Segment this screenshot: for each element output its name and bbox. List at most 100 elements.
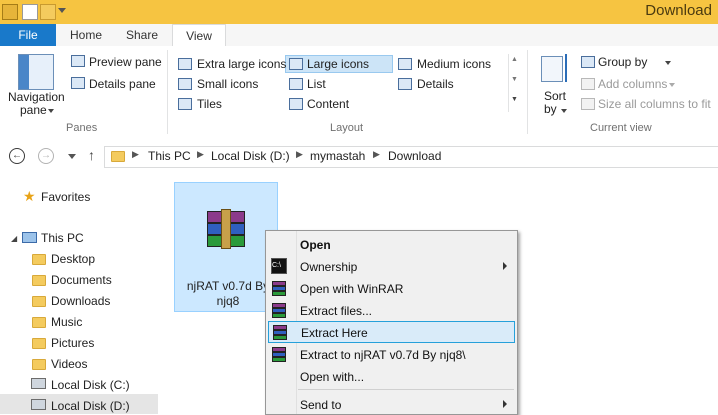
- folder-icon: [32, 338, 46, 349]
- breadcrumb-download[interactable]: Download: [388, 149, 441, 163]
- nav-music[interactable]: Music: [51, 315, 82, 329]
- new-folder-icon[interactable]: [40, 4, 56, 20]
- details-pane-icon: [71, 77, 85, 89]
- menu-divider: [298, 389, 514, 390]
- group-by-button[interactable]: Group by: [598, 55, 647, 69]
- breadcrumb-local-disk-d[interactable]: Local Disk (D:): [211, 149, 290, 163]
- menu-item-label: Open with WinRAR: [300, 282, 404, 296]
- recent-locations-dropdown-icon[interactable]: [68, 154, 76, 159]
- layout-tiles[interactable]: Tiles: [197, 97, 222, 111]
- context-menu: Open C:\ Ownership Open with WinRAR Extr…: [265, 230, 518, 415]
- tab-share[interactable]: Share: [116, 24, 168, 46]
- add-columns-button[interactable]: Add columns: [598, 77, 667, 91]
- group-by-icon: [581, 56, 595, 68]
- navigation-pane-button-line2[interactable]: pane: [20, 103, 47, 117]
- quick-access-dropdown-icon[interactable]: [58, 8, 66, 13]
- chevron-right-icon[interactable]: ▶: [132, 149, 139, 160]
- chevron-right-icon[interactable]: ▶: [373, 149, 380, 160]
- nav-pictures[interactable]: Pictures: [51, 336, 94, 350]
- command-prompt-icon: C:\: [271, 258, 287, 274]
- winrar-archive-icon: [203, 207, 247, 251]
- nav-documents[interactable]: Documents: [51, 273, 112, 287]
- tab-file[interactable]: File: [0, 24, 56, 46]
- details-icon: [398, 78, 412, 90]
- menu-item-extract-to[interactable]: Extract to njRAT v0.7d By njq8\: [266, 343, 517, 365]
- medium-icons-icon: [398, 58, 412, 70]
- ribbon: Navigation pane Preview pane Details pan…: [0, 46, 718, 139]
- back-icon[interactable]: ←: [9, 148, 25, 164]
- preview-pane-icon: [71, 55, 85, 67]
- nav-this-pc[interactable]: This PC: [41, 231, 84, 245]
- menu-item-label: Send to: [300, 398, 342, 412]
- panes-group-label: Panes: [66, 122, 98, 134]
- small-icons-icon: [178, 78, 192, 90]
- winrar-icon: [272, 324, 288, 340]
- nav-favorites[interactable]: Favorites: [41, 190, 90, 204]
- layout-extra-large-icons[interactable]: Extra large icons: [197, 57, 286, 71]
- folder-icon: [32, 275, 46, 286]
- submenu-arrow-icon: [503, 262, 507, 270]
- navigation-bar: ← → ↑ ▶ This PC ▶ Local Disk (D:) ▶ myma…: [0, 138, 718, 176]
- menu-item-extract-files[interactable]: Extract files...: [266, 299, 517, 321]
- layout-medium-icons[interactable]: Medium icons: [417, 57, 491, 71]
- chevron-right-icon[interactable]: ▶: [197, 149, 204, 160]
- star-icon: ★: [23, 188, 36, 204]
- up-arrow-icon[interactable]: ↑: [88, 147, 95, 163]
- folder-app-icon: [2, 4, 18, 20]
- chevron-right-icon[interactable]: ▶: [296, 149, 303, 160]
- file-name-line2: njq8: [216, 294, 240, 308]
- layout-group-label: Layout: [330, 122, 364, 134]
- winrar-icon: [271, 346, 287, 362]
- nav-desktop[interactable]: Desktop: [51, 252, 95, 266]
- nav-local-disk-d[interactable]: Local Disk (D:): [51, 399, 130, 413]
- menu-item-label: Extract Here: [301, 326, 368, 340]
- menu-item-label: Ownership: [300, 260, 358, 274]
- menu-item-send-to[interactable]: Send to: [266, 393, 517, 415]
- breadcrumb-mymastah[interactable]: mymastah: [310, 149, 365, 163]
- chevron-down-icon: [669, 83, 675, 87]
- sort-arrow-icon: [565, 54, 567, 82]
- folder-icon: [32, 254, 46, 265]
- sort-by-button-line2[interactable]: by: [544, 102, 557, 116]
- size-columns-icon: [581, 98, 595, 110]
- ribbon-tab-strip: File Home Share View: [0, 24, 718, 47]
- nav-local-disk-c[interactable]: Local Disk (C:): [51, 378, 130, 392]
- list-icon: [289, 78, 303, 90]
- folder-icon: [32, 317, 46, 328]
- nav-videos[interactable]: Videos: [51, 357, 87, 371]
- layout-small-icons[interactable]: Small icons: [197, 77, 258, 91]
- menu-item-open-with[interactable]: Open with...: [266, 365, 517, 387]
- drive-c-icon: [31, 378, 46, 389]
- menu-item-extract-here[interactable]: Extract Here: [268, 321, 515, 343]
- menu-item-label: Extract to njRAT v0.7d By njq8\: [300, 348, 466, 362]
- menu-item-label: Open: [300, 238, 331, 252]
- layout-content[interactable]: Content: [307, 97, 349, 111]
- preview-pane-button[interactable]: Preview pane: [89, 55, 162, 69]
- nav-downloads[interactable]: Downloads: [51, 294, 110, 308]
- navigation-pane-button-line1[interactable]: Navigation: [8, 90, 65, 104]
- breadcrumb-this-pc[interactable]: This PC: [148, 149, 191, 163]
- details-pane-button[interactable]: Details pane: [89, 77, 156, 91]
- layout-gallery-scroll[interactable]: ▲ ▼ ▼: [508, 54, 519, 112]
- folder-icon: [32, 296, 46, 307]
- winrar-icon: [271, 280, 287, 296]
- size-all-columns-button[interactable]: Size all columns to fit: [598, 97, 711, 111]
- file-name-line1: njRAT v0.7d By: [186, 279, 270, 293]
- tab-home[interactable]: Home: [60, 24, 112, 46]
- expand-arrow-icon[interactable]: ◢: [11, 234, 17, 243]
- current-view-group-label: Current view: [590, 122, 652, 134]
- sort-by-button-line1[interactable]: Sort: [544, 89, 566, 103]
- forward-icon[interactable]: →: [38, 148, 54, 164]
- layout-details[interactable]: Details: [417, 77, 454, 91]
- chevron-down-icon: [561, 109, 567, 113]
- properties-icon[interactable]: [22, 4, 38, 20]
- menu-item-label: Extract files...: [300, 304, 373, 318]
- menu-item-open-with-winrar[interactable]: Open with WinRAR: [266, 277, 517, 299]
- divider: [527, 50, 528, 134]
- tiles-icon: [178, 98, 192, 110]
- menu-item-ownership[interactable]: C:\ Ownership: [266, 255, 517, 277]
- menu-item-open[interactable]: Open: [266, 233, 517, 255]
- tab-view[interactable]: View: [172, 24, 226, 47]
- layout-list[interactable]: List: [307, 77, 326, 91]
- layout-large-icons[interactable]: Large icons: [307, 57, 369, 71]
